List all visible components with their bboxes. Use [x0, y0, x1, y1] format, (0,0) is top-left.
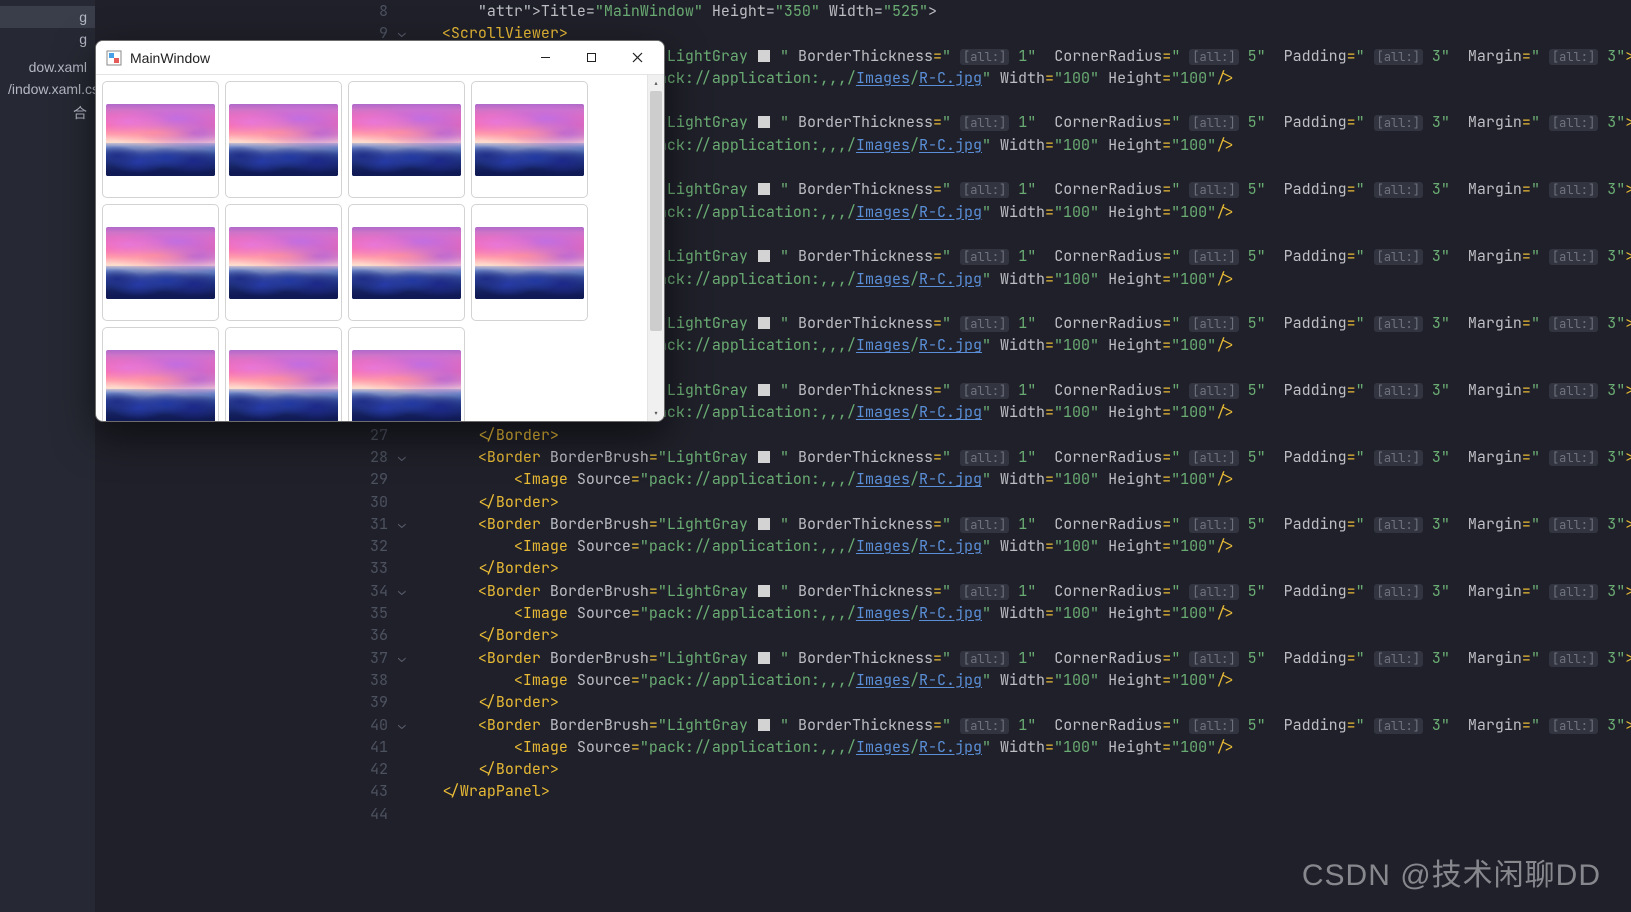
- vertical-scrollbar[interactable]: ▴ ▾: [647, 75, 664, 421]
- thumbnail-image: [475, 227, 584, 299]
- fold-marker[interactable]: [398, 758, 406, 780]
- image-card: [102, 81, 219, 198]
- thumbnail-image: [352, 227, 461, 299]
- line-number: 41: [370, 736, 388, 758]
- line-number: 38: [370, 669, 388, 691]
- thumbnail-image: [106, 227, 215, 299]
- fold-marker[interactable]: [398, 424, 406, 446]
- scroll-down-arrow[interactable]: ▾: [648, 405, 664, 421]
- titlebar[interactable]: MainWindow: [96, 41, 664, 75]
- line-number: 30: [370, 491, 388, 513]
- fold-marker[interactable]: [398, 0, 406, 22]
- image-card: [102, 204, 219, 321]
- tree-item[interactable]: dow.xaml: [0, 56, 95, 78]
- code-line[interactable]: <Image Source="pack://application:,,,/Im…: [406, 602, 1631, 624]
- line-number: 35: [370, 602, 388, 624]
- image-card: [225, 81, 342, 198]
- line-number: 42: [370, 758, 388, 780]
- line-number: 32: [370, 535, 388, 557]
- code-line[interactable]: <Border BorderBrush="LightGray " BorderT…: [406, 446, 1631, 468]
- fold-marker[interactable]: [398, 736, 406, 758]
- tree-item[interactable]: 合: [0, 100, 95, 126]
- image-card: [471, 81, 588, 198]
- code-line[interactable]: </Border>: [406, 557, 1631, 579]
- thumbnail-image: [475, 104, 584, 176]
- maximize-button[interactable]: [568, 42, 614, 74]
- code-line[interactable]: <Image Source="pack://application:,,,/Im…: [406, 669, 1631, 691]
- fold-marker[interactable]: [398, 780, 406, 802]
- image-card: [348, 204, 465, 321]
- window-title: MainWindow: [130, 50, 210, 66]
- code-line[interactable]: <Border BorderBrush="LightGray " BorderT…: [406, 647, 1631, 669]
- code-line[interactable]: <Border BorderBrush="LightGray " BorderT…: [406, 580, 1631, 602]
- tree-item[interactable]: /indow.xaml.cs: [0, 78, 95, 100]
- line-number: 28: [370, 446, 388, 468]
- fold-marker[interactable]: [398, 602, 406, 624]
- close-button[interactable]: [614, 42, 660, 74]
- fold-marker[interactable]: ⌄: [398, 714, 406, 736]
- thumbnail-image: [352, 104, 461, 176]
- minimize-button[interactable]: [522, 42, 568, 74]
- fold-marker[interactable]: [398, 468, 406, 490]
- code-line[interactable]: </Border>: [406, 758, 1631, 780]
- fold-marker[interactable]: [398, 691, 406, 713]
- line-number: 33: [370, 557, 388, 579]
- code-line[interactable]: </Border>: [406, 491, 1631, 513]
- thumbnail-image: [352, 350, 461, 422]
- fold-marker[interactable]: [398, 557, 406, 579]
- scroll-thumb[interactable]: [650, 91, 662, 331]
- thumbnail-image: [106, 350, 215, 422]
- scroll-up-arrow[interactable]: ▴: [648, 75, 664, 91]
- tree-item[interactable]: g: [0, 28, 95, 50]
- fold-marker[interactable]: [398, 491, 406, 513]
- fold-marker[interactable]: ⌄: [398, 647, 406, 669]
- line-number: 27: [370, 424, 388, 446]
- code-line[interactable]: </Border>: [406, 424, 1631, 446]
- thumbnail-image: [229, 350, 338, 422]
- image-card: [225, 327, 342, 421]
- fold-marker[interactable]: [398, 803, 406, 825]
- line-number: 43: [370, 780, 388, 802]
- line-number: 36: [370, 624, 388, 646]
- image-card: [225, 204, 342, 321]
- fold-marker[interactable]: ⌄: [398, 580, 406, 602]
- code-line[interactable]: <Border BorderBrush="LightGray " BorderT…: [406, 513, 1631, 535]
- fold-marker[interactable]: [398, 669, 406, 691]
- image-card: [471, 204, 588, 321]
- line-number: 29: [370, 468, 388, 490]
- line-number: 31: [370, 513, 388, 535]
- fold-marker[interactable]: ⌄: [398, 446, 406, 468]
- thumbnail-image: [229, 104, 338, 176]
- thumbnail-image: [106, 104, 215, 176]
- code-line[interactable]: <Image Source="pack://application:,,,/Im…: [406, 535, 1631, 557]
- code-line[interactable]: <Border BorderBrush="LightGray " BorderT…: [406, 714, 1631, 736]
- fold-marker[interactable]: [398, 535, 406, 557]
- image-card: [348, 327, 465, 421]
- code-line[interactable]: <Image Source="pack://application:,,,/Im…: [406, 468, 1631, 490]
- code-line[interactable]: </Border>: [406, 691, 1631, 713]
- image-card: [102, 327, 219, 421]
- code-line[interactable]: "attr">Title="MainWindow" Height="350" W…: [406, 0, 1631, 22]
- line-number: 40: [370, 714, 388, 736]
- tree-item[interactable]: g: [0, 6, 95, 28]
- line-number: 44: [370, 803, 388, 825]
- code-line[interactable]: [406, 803, 1631, 825]
- line-number: 39: [370, 691, 388, 713]
- fold-marker[interactable]: [398, 624, 406, 646]
- line-number: 8: [370, 0, 388, 22]
- image-card: [348, 81, 465, 198]
- wrap-panel[interactable]: [96, 75, 647, 421]
- project-tree[interactable]: gg dow.xaml/indow.xaml.cs合: [0, 0, 95, 912]
- line-number: 37: [370, 647, 388, 669]
- client-area: ▴ ▾: [96, 75, 664, 421]
- code-line[interactable]: </Border>: [406, 624, 1631, 646]
- thumbnail-image: [229, 227, 338, 299]
- app-window[interactable]: MainWindow ▴ ▾: [95, 40, 665, 422]
- line-number: 34: [370, 580, 388, 602]
- app-icon: [106, 50, 122, 66]
- code-line[interactable]: <Image Source="pack://application:,,,/Im…: [406, 736, 1631, 758]
- fold-marker[interactable]: ⌄: [398, 513, 406, 535]
- code-line[interactable]: </WrapPanel>: [406, 780, 1631, 802]
